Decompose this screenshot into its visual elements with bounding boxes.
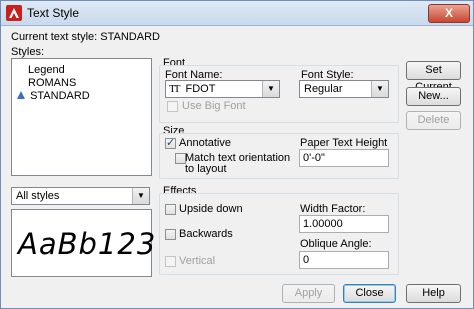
use-big-font-label: Use Big Font bbox=[182, 100, 246, 112]
chevron-down-icon: ▼ bbox=[132, 188, 149, 204]
set-current-button[interactable]: Set Current bbox=[406, 61, 461, 93]
list-item[interactable]: STANDARD bbox=[16, 90, 90, 102]
autocad-logo-icon bbox=[6, 5, 22, 21]
width-factor-field[interactable]: 1.00000 bbox=[299, 215, 389, 233]
font-style-dropdown[interactable]: Regular ▼ bbox=[299, 80, 389, 98]
upside-down-checkbox[interactable] bbox=[165, 204, 176, 215]
text-style-dialog: Text Style X Current text style: STANDAR… bbox=[0, 0, 474, 309]
window-title: Text Style bbox=[27, 6, 80, 20]
vertical-label: Vertical bbox=[179, 255, 216, 267]
font-name-dropdown[interactable]: TT FDOT ▼ bbox=[165, 80, 280, 98]
delete-button[interactable]: Delete bbox=[406, 111, 461, 130]
paper-height-field[interactable]: 0'-0" bbox=[299, 149, 389, 167]
upside-down-label: Upside down bbox=[179, 203, 243, 215]
title-bar[interactable]: Text Style X bbox=[1, 1, 473, 26]
apply-button[interactable]: Apply bbox=[282, 284, 335, 303]
oblique-angle-label: Oblique Angle: bbox=[300, 238, 372, 250]
window-close-button[interactable]: X bbox=[428, 4, 470, 23]
paper-height-label: Paper Text Height bbox=[300, 137, 388, 149]
styles-filter-dropdown[interactable]: All styles ▼ bbox=[11, 187, 150, 205]
chevron-down-icon: ▼ bbox=[262, 81, 279, 97]
list-item[interactable]: Legend bbox=[28, 64, 65, 76]
current-style-line: Current text style: STANDARD bbox=[11, 31, 160, 43]
new-button[interactable]: New... bbox=[406, 87, 461, 106]
backwards-checkbox[interactable] bbox=[165, 229, 176, 240]
width-factor-label: Width Factor: bbox=[300, 203, 366, 215]
style-preview: AaBb123 bbox=[11, 209, 155, 277]
annotative-triangle-icon bbox=[17, 91, 25, 99]
close-button[interactable]: Close bbox=[343, 284, 396, 303]
annotative-checkbox[interactable] bbox=[165, 136, 176, 149]
list-item[interactable]: ROMANS bbox=[28, 77, 76, 89]
styles-label: Styles: bbox=[11, 46, 45, 58]
match-orientation-label-line2: to layout bbox=[185, 163, 227, 175]
preview-text: AaBb123 bbox=[18, 227, 157, 261]
oblique-angle-field[interactable]: 0 bbox=[299, 251, 389, 269]
chevron-down-icon: ▼ bbox=[371, 81, 388, 97]
help-button[interactable]: Help bbox=[406, 284, 461, 303]
use-big-font-checkbox[interactable] bbox=[167, 101, 178, 112]
annotative-label: Annotative bbox=[179, 137, 231, 149]
styles-list[interactable]: Legend ROMANS STANDARD bbox=[11, 58, 152, 176]
backwards-label: Backwards bbox=[179, 228, 233, 240]
current-style-value: STANDARD bbox=[100, 31, 160, 43]
current-style-label: Current text style: bbox=[11, 31, 98, 43]
vertical-checkbox[interactable] bbox=[165, 256, 176, 267]
truetype-font-icon: TT bbox=[169, 83, 181, 95]
